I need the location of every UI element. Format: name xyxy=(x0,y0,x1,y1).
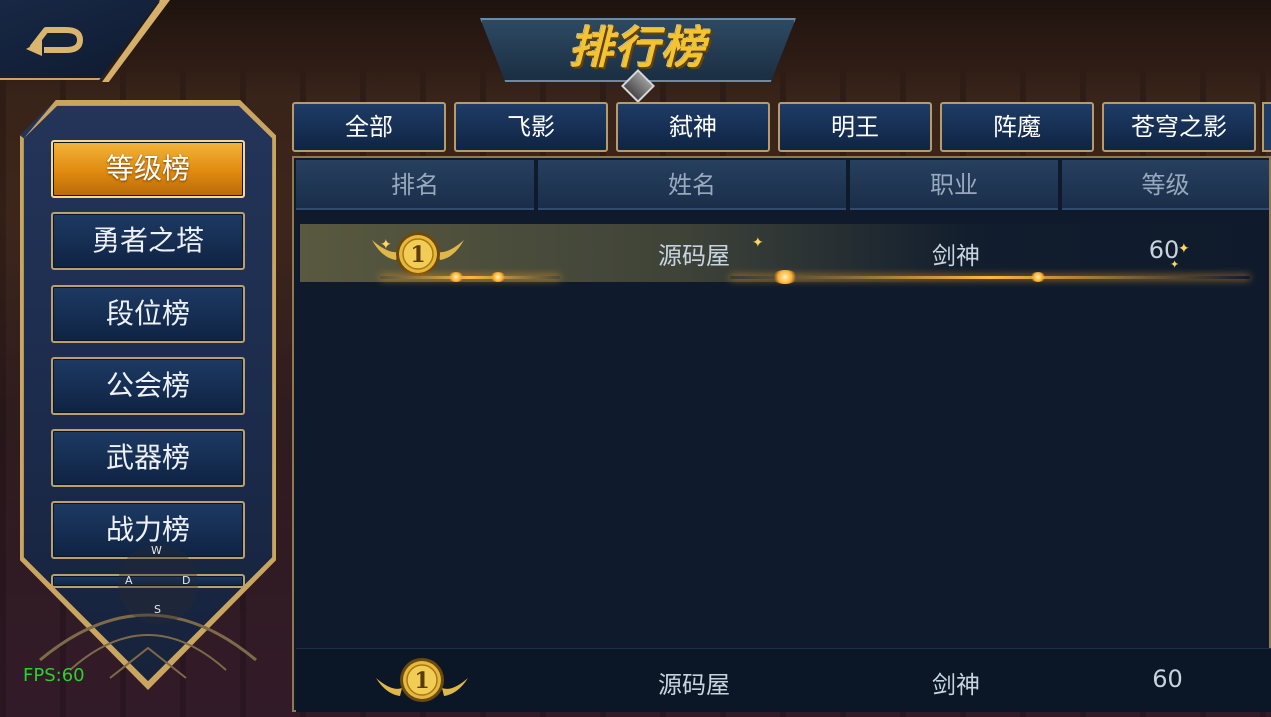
sidebar-item-hero-tower[interactable]: 勇者之塔 xyxy=(51,212,245,270)
glow-spark xyxy=(772,270,798,284)
joystick-up-key: W xyxy=(151,544,162,557)
main-panel: 全部 飞影 弑神 明王 阵魔 苍穹之影 排名 姓名 职业 等级 1 ✦ ✦ ✦ … xyxy=(292,96,1271,717)
glow-trail xyxy=(380,276,560,279)
sidebar-item-tier-rank[interactable]: 段位榜 xyxy=(51,285,245,343)
ranking-board: 排名 姓名 职业 等级 1 ✦ ✦ ✦ ✦ 源码屋 剑神 60 1 源码屋 剑神… xyxy=(292,156,1271,712)
self-rank-number: 1 xyxy=(414,668,429,694)
row-class: 剑神 xyxy=(932,242,980,270)
glow-trail xyxy=(730,276,1250,279)
page-title: 排行榜 xyxy=(569,23,707,74)
self-ranking-row: 1 源码屋 剑神 60 xyxy=(296,648,1271,712)
medal-rank-number: 1 xyxy=(410,242,425,268)
self-name: 源码屋 xyxy=(658,671,730,699)
sparkle-icon: ✦ xyxy=(380,237,392,253)
class-tabs: 全部 飞影 弑神 明王 阵魔 苍穹之影 xyxy=(292,102,1271,152)
self-level: 60 xyxy=(1152,665,1183,693)
title-banner: 排行榜 xyxy=(470,4,806,103)
sidebar-item-level-rank[interactable]: 等级榜 xyxy=(51,140,245,198)
tab-cangqiong[interactable]: 苍穹之影 xyxy=(1102,102,1256,152)
header-rank: 排名 xyxy=(296,160,534,210)
tab-shishen[interactable]: 弑神 xyxy=(616,102,770,152)
gold-medal-icon: 1 xyxy=(376,658,468,702)
joystick-right-key: D xyxy=(182,574,191,587)
glow-spark xyxy=(490,272,506,282)
row-name: 源码屋 xyxy=(658,242,730,270)
back-arrow-icon xyxy=(26,27,83,56)
joystick-left-key: A xyxy=(125,574,133,587)
glow-spark xyxy=(448,272,464,282)
header-level: 等级 xyxy=(1062,160,1269,210)
joystick-down-key: S xyxy=(154,603,161,616)
header-class: 职业 xyxy=(850,160,1058,210)
fps-counter: FPS:60 xyxy=(23,665,85,686)
virtual-joystick[interactable]: W A D S xyxy=(110,536,206,624)
row-level: 60 xyxy=(1148,236,1180,264)
tab-overflow[interactable] xyxy=(1262,102,1271,152)
header-name: 姓名 xyxy=(538,160,846,210)
glow-spark xyxy=(1030,272,1046,282)
table-row[interactable]: 1 ✦ ✦ ✦ ✦ 源码屋 剑神 60 xyxy=(300,224,1260,284)
tab-mingwang[interactable]: 明王 xyxy=(778,102,932,152)
self-class: 剑神 xyxy=(932,671,980,699)
tab-feiying[interactable]: 飞影 xyxy=(454,102,608,152)
tab-all[interactable]: 全部 xyxy=(292,102,446,152)
tab-zhenmo[interactable]: 阵魔 xyxy=(940,102,1094,152)
sidebar-item-weapon-rank[interactable]: 武器榜 xyxy=(51,429,245,487)
sidebar-item-guild-rank[interactable]: 公会榜 xyxy=(51,357,245,415)
